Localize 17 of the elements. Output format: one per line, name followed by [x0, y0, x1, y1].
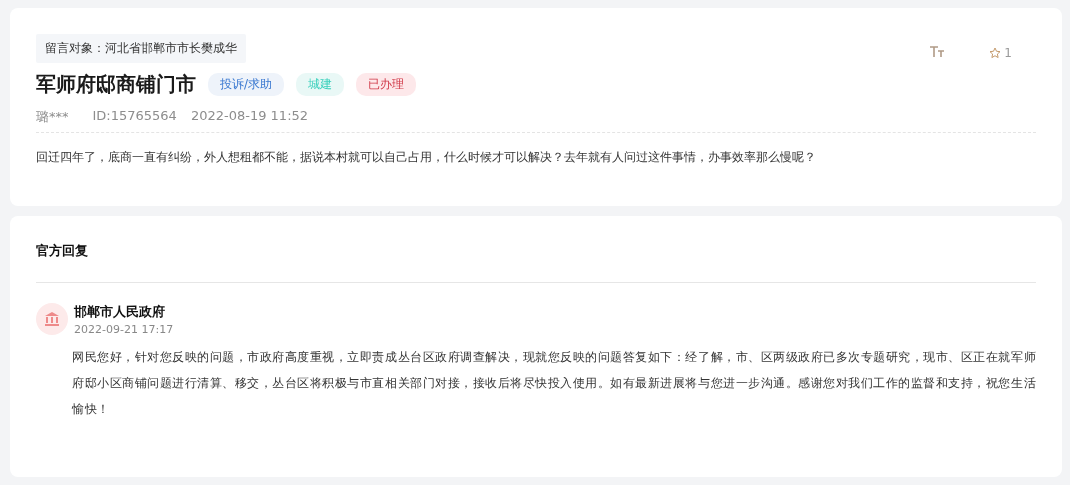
reply-text: 网民您好，针对您反映的问题，市政府高度重视，立即责成丛台区政府调查解决，现就您反映的问题答复如下：经了解，市、区两级政府已多次专题研究，现市、区正在就军师府邸小区商铺问题进行清算、移交，丛台区将积极与市直相关部门对接，接收后将尽快投入使用。如有最新进展将与您进一步沟通。感谢您对我们工作的监督和支持，祝您生活愉快！ — [72, 349, 1036, 418]
reply-time: 2022-09-21 17:17 — [74, 323, 174, 336]
font-size-icon[interactable] — [929, 46, 946, 58]
author-name: 璐*** — [36, 108, 69, 126]
government-building-icon — [36, 303, 68, 335]
department-name: 邯郸市人民政府 — [74, 303, 166, 321]
message-title: 军师府邸商铺门市 — [36, 71, 196, 98]
category-tag: 已办理 — [356, 73, 417, 96]
star-icon — [989, 47, 1002, 59]
post-time: 2022-08-19 11:52 — [190, 108, 309, 125]
recipient-label: 留言对象：河北省邯郸市市长樊成华 — [36, 34, 246, 63]
category-tag: 投诉/求助 — [208, 73, 285, 96]
message-id: ID:15765564 — [92, 108, 177, 125]
category-tag: 城建 — [296, 73, 345, 96]
favorite-button[interactable]: 1 — [989, 46, 1012, 60]
message-text: 回迁四年了，底商一直有纠纷，外人想租都不能，据说本村就可以自己占用，什么时候才可以解决？去年就有人问过这件事情，办事效率那么慢呢？ — [36, 149, 817, 166]
section-heading: 官方回复 — [36, 242, 1036, 283]
